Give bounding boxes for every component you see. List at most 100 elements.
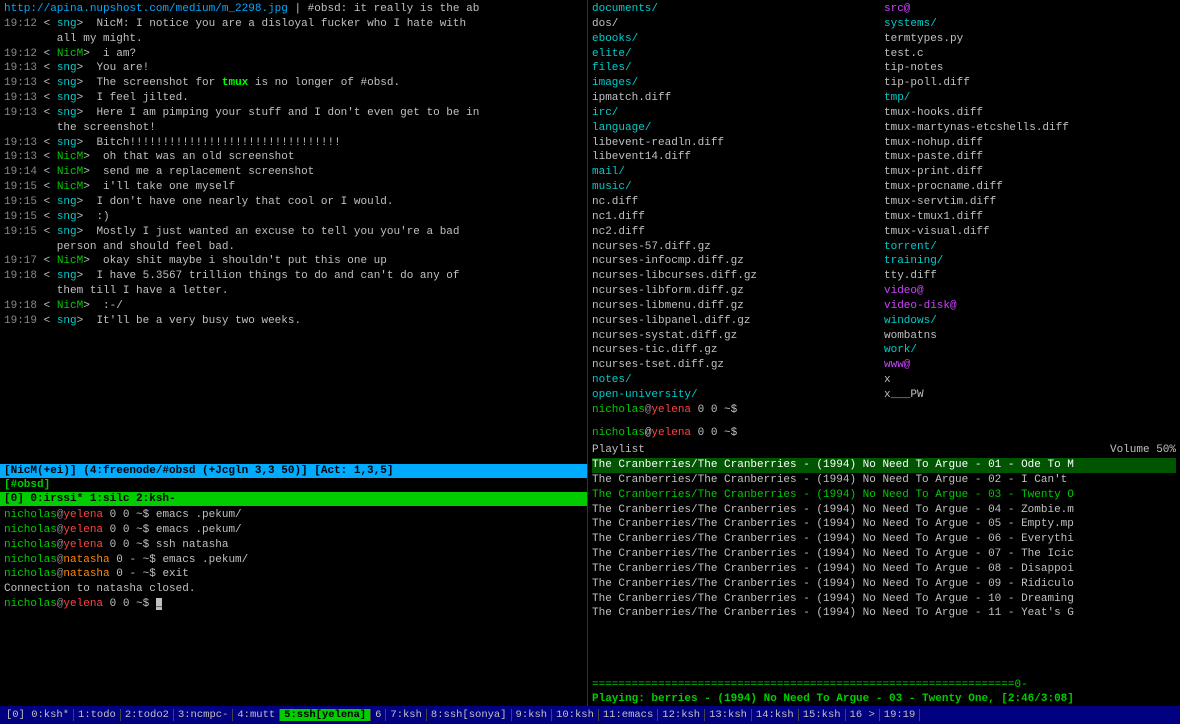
playlist-item[interactable]: The Cranberries/The Cranberries - (1994)… (592, 562, 1176, 577)
playlist-item[interactable]: The Cranberries/The Cranberries - (1994)… (592, 532, 1176, 547)
bottom-bar-item[interactable]: 1:todo (74, 709, 121, 721)
bottom-bar-item[interactable]: 11:emacs (599, 709, 658, 721)
bottom-bar-item[interactable]: 2:todo2 (121, 709, 174, 721)
playlist-item[interactable]: The Cranberries/The Cranberries - (1994)… (592, 517, 1176, 532)
bottom-bar-item[interactable]: 12:ksh (658, 709, 705, 721)
playlist-item[interactable]: The Cranberries/The Cranberries - (1994)… (592, 606, 1176, 621)
bottom-bar-item[interactable]: 4:mutt (233, 709, 280, 721)
chat-line: 19:12 < NicM> i am? (4, 47, 583, 62)
file-item: music/ (592, 180, 884, 195)
file-item: torrent/ (884, 240, 1176, 255)
file-item: tmux-hooks.diff (884, 106, 1176, 121)
file-item: ebooks/ (592, 32, 884, 47)
bottom-bar-item[interactable]: 5:ssh[yelena] (280, 709, 371, 721)
file-col: documents/dos/ebooks/elite/files/images/… (592, 2, 884, 423)
playing-text: Playing: berries - (1994) No Need To Arg… (592, 693, 1074, 705)
file-item: ipmatch.diff (592, 91, 884, 106)
terminal-line: nicholas@yelena 0 0 ~$ emacs .pekum/ (4, 523, 583, 538)
right-pane: documents/dos/ebooks/elite/files/images/… (588, 0, 1180, 706)
volume-label: Volume 50% (1110, 444, 1176, 456)
terminal-line: nicholas@natasha 0 - ~$ emacs .pekum/ (4, 553, 583, 568)
bottom-bar-item[interactable]: 3:ncmpc- (174, 709, 233, 721)
file-item: elite/ (592, 47, 884, 62)
chat-line: 19:15 < sng> Mostly I just wanted an exc… (4, 225, 583, 240)
playlist-item[interactable]: The Cranberries/The Cranberries - (1994)… (592, 488, 1176, 503)
terminal-line: nicholas@yelena 0 0 ~$ _ (4, 597, 583, 612)
playlist-area: The Cranberries/The Cranberries - (1994)… (588, 458, 1180, 678)
prompt-line: nicholas@yelena 0 0 ~$ (588, 425, 1180, 442)
chat-line: 19:18 < sng> I have 5.3567 trillion thin… (4, 269, 583, 284)
file-item: systems/ (884, 17, 1176, 32)
bottom-bar-item[interactable]: 14:ksh (752, 709, 799, 721)
progress-bar: ========================================… (588, 678, 1180, 692)
chat-line: person and should feel bad. (4, 240, 583, 255)
file-item: libevent-readln.diff (592, 136, 884, 151)
chat-line: 19:15 < sng> :) (4, 210, 583, 225)
chat-line: 19:15 < NicM> i'll take one myself (4, 180, 583, 195)
file-item: nicholas@yelena 0 0 ~$ (592, 403, 884, 418)
chat-line: 19:19 < sng> It'll be a very busy two we… (4, 314, 583, 329)
file-item: mail/ (592, 165, 884, 180)
bottom-bar: [0] 0:ksh*1:todo2:todo23:ncmpc-4:mutt5:s… (0, 706, 1180, 724)
file-item: documents/ (592, 2, 884, 17)
terminal-line: nicholas@natasha 0 - ~$ exit (4, 567, 583, 582)
chat-line: 19:14 < NicM> send me a replacement scre… (4, 165, 583, 180)
file-item: irc/ (592, 106, 884, 121)
file-item: tmux-print.diff (884, 165, 1176, 180)
chat-line: 19:18 < NicM> :-/ (4, 299, 583, 314)
file-item: nc.diff (592, 195, 884, 210)
file-item: www@ (884, 358, 1176, 373)
chat-line: 19:15 < sng> I don't have one nearly tha… (4, 195, 583, 210)
bottom-bar-item[interactable]: 16 > (846, 709, 880, 721)
playlist-item[interactable]: The Cranberries/The Cranberries - (1994)… (592, 547, 1176, 562)
file-item: images/ (592, 76, 884, 91)
bottom-bar-item[interactable]: 8:ssh[sonya] (427, 709, 512, 721)
chat-line: the screenshot! (4, 121, 583, 136)
irc-status-bar: [NicM(+ei)] (4:freenode/#obsd (+Jcgln 3,… (0, 464, 587, 478)
chat-line: 19:13 < sng> I feel jilted. (4, 91, 583, 106)
file-item: ncurses-tset.diff.gz (592, 358, 884, 373)
playlist-item[interactable]: The Cranberries/The Cranberries - (1994)… (592, 503, 1176, 518)
playlist-item[interactable]: The Cranberries/The Cranberries - (1994)… (592, 458, 1176, 473)
prompt-host: yelena (651, 427, 691, 439)
bottom-bar-item[interactable]: 13:ksh (705, 709, 752, 721)
chat-line: 19:13 < NicM> oh that was an old screens… (4, 150, 583, 165)
playlist-item[interactable]: The Cranberries/The Cranberries - (1994)… (592, 577, 1176, 592)
screen: http://apina.nupshost.com/medium/m_2298.… (0, 0, 1180, 724)
bottom-bar-item[interactable]: 7:ksh (386, 709, 427, 721)
bottom-bar-item[interactable]: 6 (371, 709, 386, 721)
playlist-label: Playlist (592, 444, 645, 456)
bottom-bar-item[interactable]: 15:ksh (799, 709, 846, 721)
file-item: src@ (884, 2, 1176, 17)
main-area: http://apina.nupshost.com/medium/m_2298.… (0, 0, 1180, 706)
file-item: language/ (592, 121, 884, 136)
file-item: files/ (592, 61, 884, 76)
file-item: ncurses-57.diff.gz (592, 240, 884, 255)
bottom-bar-item[interactable]: 10:ksh (552, 709, 599, 721)
file-col: src@systems/termtypes.pytest.ctip-notest… (884, 2, 1176, 423)
file-item: ncurses-infocmp.diff.gz (592, 254, 884, 269)
bottom-bar-item[interactable]: 19:19 (880, 709, 921, 721)
file-item: ncurses-libform.diff.gz (592, 284, 884, 299)
terminal-line: nicholas@yelena 0 0 ~$ emacs .pekum/ (4, 508, 583, 523)
bottom-bar-item[interactable]: 9:ksh (512, 709, 553, 721)
url-line: http://apina.nupshost.com/medium/m_2298.… (4, 2, 583, 17)
bottom-bar-item[interactable]: [0] 0:ksh* (2, 709, 74, 721)
file-item: termtypes.py (884, 32, 1176, 47)
playing-line: Playing: berries - (1994) No Need To Arg… (588, 692, 1180, 706)
file-item: notes/ (592, 373, 884, 388)
playlist-item[interactable]: The Cranberries/The Cranberries - (1994)… (592, 592, 1176, 607)
file-item: ncurses-libmenu.diff.gz (592, 299, 884, 314)
file-item: tip-notes (884, 61, 1176, 76)
file-item: video@ (884, 284, 1176, 299)
file-item: tmp/ (884, 91, 1176, 106)
playlist-item[interactable]: The Cranberries/The Cranberries - (1994)… (592, 473, 1176, 488)
file-item: x (884, 373, 1176, 388)
file-item: training/ (884, 254, 1176, 269)
progress-eq: ========================================… (592, 679, 1028, 691)
tab-bar: [0] 0:irssi* 1:silc 2:ksh- (0, 492, 587, 506)
file-item: tmux-tmux1.diff (884, 210, 1176, 225)
chat-line: 19:13 < sng> Bitch!!!!!!!!!!!!!!!!!!!!!!… (4, 136, 583, 151)
file-item: x___PW (884, 388, 1176, 403)
file-list-area: documents/dos/ebooks/elite/files/images/… (588, 0, 1180, 425)
